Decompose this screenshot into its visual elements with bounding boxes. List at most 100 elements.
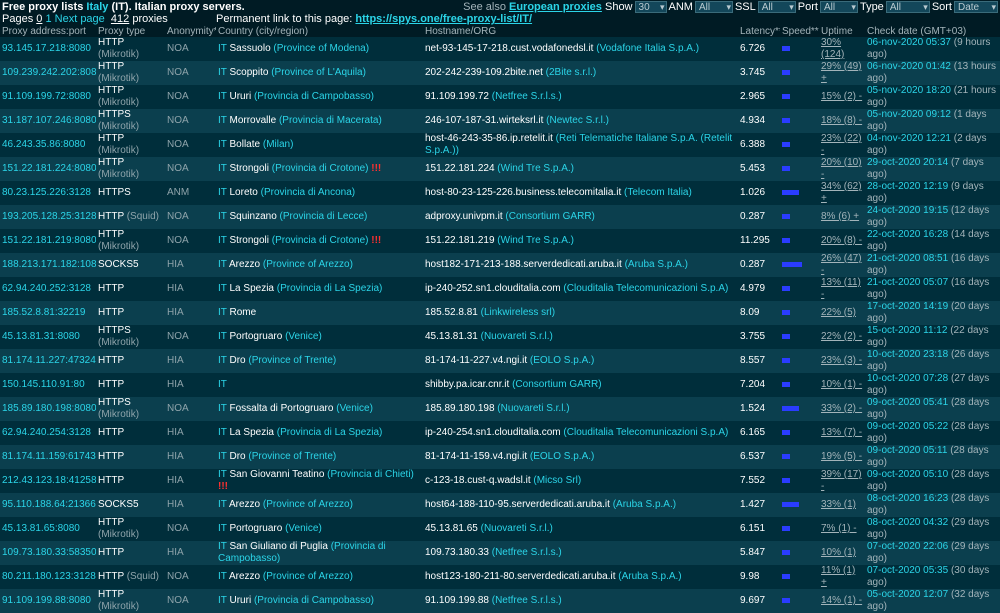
table-row[interactable]: 31.187.107.246:8080 HTTPS (Mikrotik) NOA IT… [0, 109, 1000, 133]
proxy-address[interactable]: 91.109.199.88:8080 [2, 595, 91, 606]
page-0-link[interactable]: 0 [36, 13, 42, 25]
country-code[interactable]: IT [218, 541, 227, 552]
uptime[interactable]: 11% (1) + [821, 565, 855, 588]
region[interactable]: (Provincia di Campobasso) [254, 595, 374, 606]
region[interactable]: (Provincia di Ancona) [261, 187, 356, 198]
uptime[interactable]: 23% (22) - [821, 133, 862, 156]
proxy-address[interactable]: 95.110.188.64:21366 [2, 499, 96, 510]
organization[interactable]: (Nuovareti S.r.l.) [481, 331, 553, 342]
table-row[interactable]: 212.43.123.18:41258 HTTP HIA IT San Giovann… [0, 469, 1000, 493]
proxy-address[interactable]: 81.174.11.227:47324 [2, 355, 96, 366]
uptime[interactable]: 29% (49) + [821, 61, 862, 84]
organization[interactable]: (Netfree S.r.l.s.) [492, 595, 562, 606]
table-row[interactable]: 151.22.181.219:8080 HTTP (Mikrotik) NOA IT … [0, 229, 1000, 253]
page-1-link[interactable]: 1 [45, 13, 51, 25]
organization[interactable]: (EOLO S.p.A.) [530, 355, 594, 366]
country-code[interactable]: IT [218, 43, 227, 54]
region[interactable]: (Province of Arezzo) [263, 499, 353, 510]
uptime[interactable]: 13% (7) - [821, 427, 862, 438]
uptime[interactable]: 23% (3) - [821, 355, 862, 366]
anm-select[interactable]: All [694, 0, 733, 13]
proxy-address[interactable]: 80.211.180.123:3128 [2, 571, 96, 582]
uptime[interactable]: 19% (5) - [821, 451, 862, 462]
region[interactable]: (Province of Arezzo) [263, 571, 353, 582]
table-row[interactable]: 80.23.125.226:3128 HTTPS ANM IT Loreto (Pro… [0, 181, 1000, 205]
organization[interactable]: (Linkwireless srl) [481, 307, 555, 318]
country-code[interactable]: IT [218, 211, 227, 222]
region[interactable]: (Provincia di Crotone) [272, 163, 369, 174]
table-row[interactable]: 45.13.81.31:8080 HTTPS (Mikrotik) NOA IT Po… [0, 325, 1000, 349]
uptime[interactable]: 39% (17) - [821, 469, 862, 492]
country-code[interactable]: IT [218, 331, 227, 342]
country-code[interactable]: IT [218, 427, 227, 438]
uptime[interactable]: 18% (8) - [821, 115, 862, 126]
region[interactable]: (Province of L'Aquila) [271, 67, 366, 78]
show-select[interactable]: 30 [634, 0, 667, 13]
proxy-address[interactable]: 46.243.35.86:8080 [2, 139, 85, 150]
region[interactable]: (Provincia di La Spezia) [277, 283, 383, 294]
region[interactable]: (Province of Arezzo) [263, 259, 353, 270]
proxy-address[interactable]: 91.109.199.72:8080 [2, 91, 91, 102]
organization[interactable]: (Telecom Italia) [624, 187, 692, 198]
table-row[interactable]: 150.145.110.91:80 HTTP HIA IT shibby.pa.ica… [0, 373, 1000, 397]
region[interactable]: (Provincia di Lecce) [280, 211, 368, 222]
organization[interactable]: (Clouditalia Telecomunicazioni S.p.A) [563, 427, 728, 438]
proxy-address[interactable]: 185.89.180.198:8080 [2, 403, 96, 414]
region[interactable]: (Provincia di Macerata) [279, 115, 382, 126]
region[interactable]: (Venice) [285, 331, 322, 342]
table-row[interactable]: 80.211.180.123:3128 HTTP (Squid) NOA IT Are… [0, 565, 1000, 589]
country-code[interactable]: IT [218, 67, 227, 78]
organization[interactable]: (Newtec S.r.l.) [546, 115, 609, 126]
proxy-address[interactable]: 80.23.125.226:3128 [2, 187, 91, 198]
proxy-address[interactable]: 62.94.240.252:3128 [2, 283, 91, 294]
country-code[interactable]: IT [218, 163, 227, 174]
country-code[interactable]: IT [218, 91, 227, 102]
country-code[interactable]: IT [218, 571, 227, 582]
region[interactable]: (Province of Trente) [248, 355, 336, 366]
table-row[interactable]: 62.94.240.252:3128 HTTP HIA IT La Spezia (P… [0, 277, 1000, 301]
country-link[interactable]: Italy [86, 1, 108, 13]
region[interactable]: (Provincia di La Spezia) [277, 427, 383, 438]
proxy-address[interactable]: 188.213.171.182:1080 [2, 259, 96, 270]
table-row[interactable]: 188.213.171.182:1080 SOCKS5 HIA IT Arezzo (… [0, 253, 1000, 277]
organization[interactable]: (Clouditalia Telecomunicazioni S.p.A) [563, 283, 728, 294]
organization[interactable]: (Vodafone Italia S.p.A.) [596, 43, 699, 54]
country-code[interactable]: IT [218, 115, 227, 126]
country-code[interactable]: IT [218, 283, 227, 294]
proxy-address[interactable]: 193.205.128.25:3128 [2, 211, 96, 222]
table-row[interactable]: 93.145.17.218:8080 HTTP (Mikrotik) NOA IT S… [0, 37, 1000, 61]
country-code[interactable]: IT [218, 187, 227, 198]
uptime[interactable]: 33% (1) [821, 499, 856, 510]
uptime[interactable]: 22% (2) - [821, 331, 862, 342]
table-row[interactable]: 185.89.180.198:8080 HTTPS (Mikrotik) NOA IT… [0, 397, 1000, 421]
organization[interactable]: (Consortium GARR) [512, 379, 601, 390]
proxy-address[interactable]: 150.145.110.91:80 [2, 379, 85, 390]
table-row[interactable]: 151.22.181.224:8080 HTTP (Mikrotik) NOA IT … [0, 157, 1000, 181]
organization[interactable]: (Aruba S.p.A.) [618, 571, 681, 582]
region[interactable]: (Milan) [263, 139, 294, 150]
country-code[interactable]: IT [218, 403, 227, 414]
organization[interactable]: (Consortium GARR) [505, 211, 594, 222]
country-code[interactable]: IT [218, 139, 227, 150]
uptime[interactable]: 13% (11) - [821, 277, 861, 300]
uptime[interactable]: 7% (1) - [821, 523, 857, 534]
region[interactable]: (Provincia di Crotone) [272, 235, 369, 246]
table-row[interactable]: 193.205.128.25:3128 HTTP (Squid) NOA IT Squ… [0, 205, 1000, 229]
region[interactable]: (Province of Modena) [273, 43, 369, 54]
uptime[interactable]: 10% (1) [821, 547, 856, 558]
uptime[interactable]: 20% (10) - [821, 157, 862, 180]
ssl-select[interactable]: All [757, 0, 796, 13]
country-code[interactable]: IT [218, 499, 227, 510]
uptime[interactable]: 8% (6) + [821, 211, 859, 222]
table-row[interactable]: 91.109.199.88:8080 HTTP (Mikrotik) NOA IT U… [0, 589, 1000, 613]
organization[interactable]: (Wind Tre S.p.A.) [497, 235, 574, 246]
organization[interactable]: (Wind Tre S.p.A.) [497, 163, 574, 174]
proxy-address[interactable]: 62.94.240.254:3128 [2, 427, 91, 438]
table-row[interactable]: 81.174.11.227:47324 HTTP HIA IT Dro (Provin… [0, 349, 1000, 373]
uptime[interactable]: 10% (1) - [821, 379, 862, 390]
region[interactable]: (Venice) [336, 403, 373, 414]
country-code[interactable]: IT [218, 235, 227, 246]
table-row[interactable]: 81.174.11.159:61743 HTTP HIA IT Dro (Provin… [0, 445, 1000, 469]
organization[interactable]: (Aruba S.p.A.) [625, 259, 688, 270]
organization[interactable]: (2Bite s.r.l.) [546, 67, 597, 78]
